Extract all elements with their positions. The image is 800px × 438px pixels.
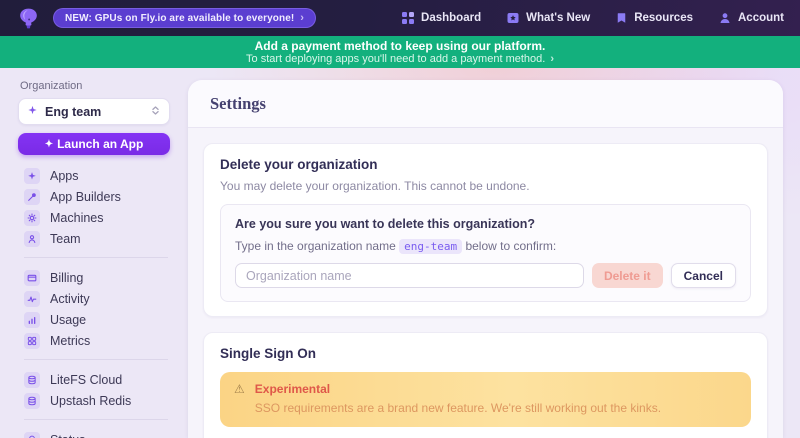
warning-content: Experimental SSO requirements are a bran… <box>255 382 661 415</box>
confirm-hint-after: below to confirm: <box>465 239 556 253</box>
top-navigation: Dashboard What's New Resources Account <box>402 12 784 24</box>
chevron-right-icon: › <box>550 53 554 65</box>
grid-icon <box>24 333 40 349</box>
sparkle-icon <box>24 168 40 184</box>
experimental-warning-banner: ⚠ Experimental SSO requirements are a br… <box>220 372 751 427</box>
sidebar-item-label: Activity <box>50 292 90 306</box>
sidebar-item-activity[interactable]: Activity <box>18 288 170 309</box>
launch-an-app-button[interactable]: ✦ Launch an App <box>18 133 170 155</box>
confirm-hint: Type in the organization name eng-team b… <box>235 239 736 253</box>
user-icon <box>719 12 731 24</box>
launch-button-label: Launch an App <box>57 137 143 151</box>
organization-label: Organization <box>20 80 170 92</box>
sidebar-item-billing[interactable]: Billing <box>18 267 170 288</box>
panel-header: Settings <box>188 80 783 128</box>
nav-label: Account <box>738 12 784 24</box>
sidebar-item-label: Upstash Redis <box>50 394 131 408</box>
gear-icon <box>24 210 40 226</box>
single-sign-on-card: Single Sign On ⚠ Experimental SSO requir… <box>203 332 768 438</box>
warning-title: Experimental <box>255 382 661 396</box>
bookmark-icon <box>616 12 627 24</box>
organization-name-input[interactable] <box>235 263 584 288</box>
warning-text: SSO requirements are a brand new feature… <box>255 401 661 415</box>
chevron-right-icon: › <box>300 12 304 24</box>
whats-new-icon <box>507 12 519 24</box>
banner-subtitle: To start deploying apps you'll need to a… <box>0 53 800 66</box>
banner-title: Add a payment method to keep using our p… <box>0 39 800 53</box>
balloon-icon <box>24 432 40 438</box>
warning-icon: ⚠ <box>234 382 245 415</box>
panel-body: Delete your organization You may delete … <box>188 128 783 438</box>
sidebar-item-apps[interactable]: Apps <box>18 165 170 186</box>
nav-label: Dashboard <box>421 12 481 24</box>
nav-account[interactable]: Account <box>719 12 784 24</box>
sidebar-item-upstash-redis[interactable]: Upstash Redis <box>18 390 170 411</box>
database-icon <box>24 393 40 409</box>
sidebar-item-label: Status <box>50 433 85 438</box>
sidebar-item-litefs-cloud[interactable]: LiteFS Cloud <box>18 369 170 390</box>
cancel-button[interactable]: Cancel <box>671 263 736 288</box>
sparkle-icon <box>27 103 38 121</box>
sidebar-item-metrics[interactable]: Metrics <box>18 330 170 351</box>
bar-chart-icon <box>24 312 40 328</box>
announcement-badge[interactable]: NEW: GPUs on Fly.io are available to eve… <box>53 8 316 28</box>
confirm-row: Delete it Cancel <box>235 263 736 288</box>
nav-label: Resources <box>634 12 693 24</box>
sidebar-item-label: Metrics <box>50 334 90 348</box>
delete-organization-card: Delete your organization You may delete … <box>203 143 768 317</box>
sparkle-icon: ✦ <box>45 139 53 150</box>
sidebar-item-label: Apps <box>50 169 79 183</box>
sidebar-divider <box>24 359 168 360</box>
organization-select[interactable]: Eng team <box>18 98 170 125</box>
confirm-hint-before: Type in the organization name <box>235 239 396 253</box>
delete-confirm-box: Are you sure you want to delete this org… <box>220 204 751 302</box>
sidebar-item-label: LiteFS Cloud <box>50 373 122 387</box>
sidebar-item-usage[interactable]: Usage <box>18 309 170 330</box>
sidebar-item-label: Team <box>50 232 81 246</box>
delete-card-title: Delete your organization <box>220 157 751 172</box>
database-icon <box>24 372 40 388</box>
sidebar-item-machines[interactable]: Machines <box>18 207 170 228</box>
credit-card-icon <box>24 270 40 286</box>
wrench-icon <box>24 189 40 205</box>
dashboard-icon <box>402 12 414 24</box>
main-area: Settings Delete your organization You ma… <box>188 68 800 438</box>
organization-selected-value: Eng team <box>45 105 143 119</box>
sidebar-item-label: Billing <box>50 271 83 285</box>
nav-resources[interactable]: Resources <box>616 12 693 24</box>
topbar: NEW: GPUs on Fly.io are available to eve… <box>0 0 800 36</box>
delete-card-subtitle: You may delete your organization. This c… <box>220 179 751 193</box>
settings-panel: Settings Delete your organization You ma… <box>188 80 783 438</box>
flyio-logo[interactable] <box>16 6 41 31</box>
nav-whats-new[interactable]: What's New <box>507 12 590 24</box>
select-chevrons-icon <box>150 103 161 121</box>
person-icon <box>24 231 40 247</box>
page-content: Organization Eng team ✦ Launch an App Ap… <box>0 68 800 438</box>
sidebar-item-label: Machines <box>50 211 104 225</box>
sidebar-item-team[interactable]: Team <box>18 228 170 249</box>
sidebar-item-app-builders[interactable]: App Builders <box>18 186 170 207</box>
org-name-code-chip: eng-team <box>399 239 462 254</box>
page-title: Settings <box>210 94 761 114</box>
delete-it-button[interactable]: Delete it <box>592 263 663 288</box>
announcement-text: NEW: GPUs on Fly.io are available to eve… <box>65 13 294 24</box>
sidebar-nav: Apps App Builders Machines Team <box>18 165 170 438</box>
sidebar-item-label: Usage <box>50 313 86 327</box>
activity-pulse-icon <box>24 291 40 307</box>
confirm-title: Are you sure you want to delete this org… <box>235 217 736 231</box>
payment-method-banner[interactable]: Add a payment method to keep using our p… <box>0 36 800 68</box>
sidebar: Organization Eng team ✦ Launch an App Ap… <box>0 68 188 438</box>
nav-label: What's New <box>526 12 590 24</box>
sso-card-title: Single Sign On <box>220 346 751 361</box>
sidebar-divider <box>24 257 168 258</box>
sidebar-item-status[interactable]: Status <box>18 429 170 438</box>
sidebar-item-label: App Builders <box>50 190 121 204</box>
sidebar-divider <box>24 419 168 420</box>
nav-dashboard[interactable]: Dashboard <box>402 12 481 24</box>
banner-subtitle-text: To start deploying apps you'll need to a… <box>246 53 545 65</box>
